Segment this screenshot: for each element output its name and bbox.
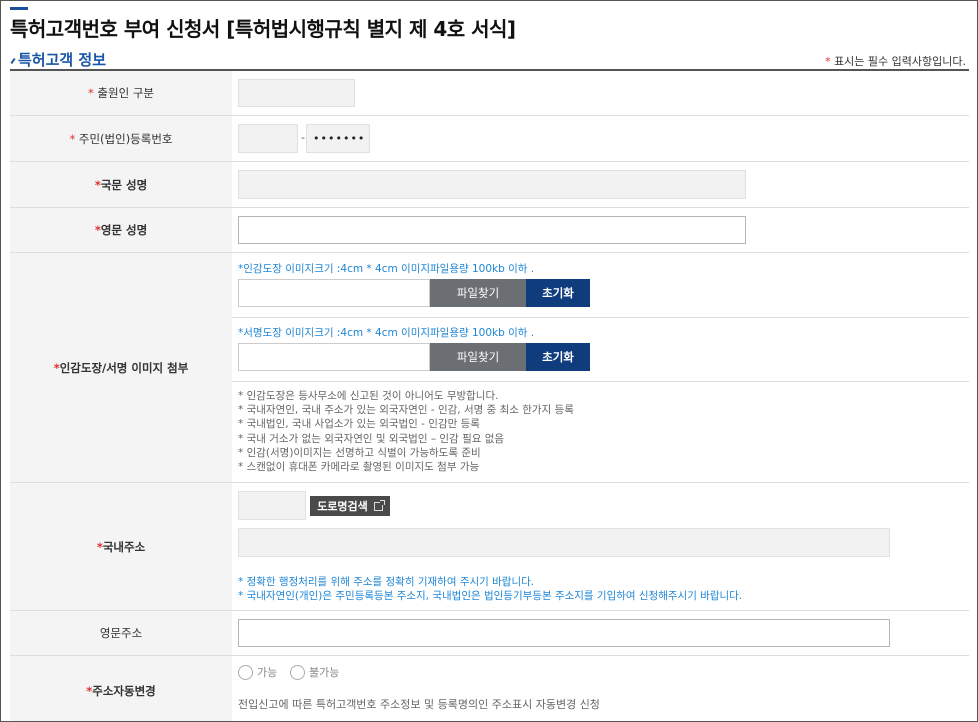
postal-code-input[interactable]	[238, 491, 306, 520]
row-reg-number: * 주민(법인)등록번호 - •••••••	[10, 116, 969, 162]
value-reg-number: - •••••••	[232, 116, 969, 161]
row-domestic-address: * 국내주소 도로명검색 * 정확한 행정처리를 위해 주소를 정확히 기재하여 …	[10, 483, 969, 611]
row-seal-signature: * 인감도장/서명 이미지 첨부 *인감도장 이미지크기 :4cm * 4cm 이…	[10, 253, 969, 483]
signature-find-file-button[interactable]: 파일찾기	[430, 343, 526, 371]
label-seal-signature: * 인감도장/서명 이미지 첨부	[10, 253, 232, 482]
seal-reset-button[interactable]: 초기화	[526, 279, 590, 307]
row-english-address: 영문주소	[10, 611, 969, 656]
auto-change-description: 전입신고에 따른 특허고객번호 주소정보 및 등록명의인 주소표시 자동변경 신…	[238, 698, 600, 711]
english-address-input[interactable]	[238, 619, 890, 647]
radio-option-no[interactable]: 불가능	[290, 664, 339, 680]
seal-size-hint: *인감도장 이미지크기 :4cm * 4cm 이미지파일용량 100kb 이하 …	[238, 263, 535, 275]
radio-no[interactable]	[290, 664, 305, 680]
radio-yes[interactable]	[238, 664, 253, 680]
seal-note: * 국내자연인, 국내 주소가 있는 외국자연인 - 인감, 서명 중 최소 한…	[238, 404, 574, 417]
required-star-icon: *	[825, 55, 835, 68]
applicant-type-select[interactable]	[238, 79, 355, 107]
value-domestic-address: 도로명검색 * 정확한 행정처리를 위해 주소를 정확히 기재하여 주시기 바랍…	[232, 483, 969, 610]
label-auto-address-change: * 주소자동변경	[10, 656, 232, 721]
value-auto-address-change: 가능 불가능 전입신고에 따른 특허고객번호 주소정보 및 등록명의인 주소표시…	[232, 656, 969, 721]
road-address-search-button[interactable]: 도로명검색	[310, 496, 390, 516]
row-english-name: * 영문 성명	[10, 208, 969, 253]
required-star-icon: *	[88, 86, 98, 100]
seal-note: * 국내법인, 국내 사업소가 있는 외국법인 - 인감만 등록	[238, 418, 480, 431]
value-english-name	[232, 208, 969, 252]
title-accent-bar	[10, 7, 28, 10]
seal-sub-divider	[232, 317, 969, 318]
page-title: 특허고객번호 부여 신청서 [특허법시행규칙 별지 제 4호 서식]	[10, 17, 516, 41]
label-english-name: * 영문 성명	[10, 208, 232, 252]
address-hint: * 정확한 행정처리를 위해 주소를 정확히 기재하여 주시기 바랍니다.	[238, 576, 535, 588]
label-domestic-address: * 국내주소	[10, 483, 232, 610]
seal-file-input[interactable]	[238, 279, 430, 307]
value-english-address	[232, 611, 969, 655]
seal-notes: * 인감도장은 등사무소에 신고된 것이 아니어도 무방합니다. * 국내자연인…	[238, 389, 574, 474]
section-title: 특허고객 정보	[10, 49, 106, 70]
reg-number-separator: -	[301, 131, 305, 144]
signature-file-input[interactable]	[238, 343, 430, 371]
domestic-address-input[interactable]	[238, 528, 890, 557]
value-seal-signature: *인감도장 이미지크기 :4cm * 4cm 이미지파일용량 100kb 이하 …	[232, 253, 969, 482]
required-note: * 표시는 필수 입력사항입니다.	[825, 53, 966, 69]
seal-note: * 국내 거소가 없는 외국자연인 및 외국법인 – 인감 필요 없음	[238, 432, 505, 445]
seal-find-file-button[interactable]: 파일찾기	[430, 279, 526, 307]
required-star-icon: *	[69, 131, 79, 146]
required-note-text: 표시는 필수 입력사항입니다.	[834, 55, 966, 68]
row-korean-name: * 국문 성명	[10, 162, 969, 208]
signature-size-hint: *서명도장 이미지크기 :4cm * 4cm 이미지파일용량 100kb 이하 …	[238, 327, 535, 339]
value-korean-name	[232, 162, 969, 207]
reg-number-front-input[interactable]	[238, 124, 298, 153]
label-applicant-type: * 출원인 구분	[10, 71, 232, 115]
seal-note: * 스캔없이 휴대폰 카메라로 촬영된 이미지도 첨부 가능	[238, 461, 480, 474]
seal-note: * 인감(서명)이미지는 선명하고 식별이 가능하도록 준비	[238, 446, 481, 459]
radio-option-yes[interactable]: 가능	[238, 664, 277, 680]
label-korean-name: * 국문 성명	[10, 162, 232, 207]
signature-sub-divider	[232, 381, 969, 382]
label-english-address: 영문주소	[10, 611, 232, 655]
section-header: 특허고객 정보 * 표시는 필수 입력사항입니다.	[10, 49, 968, 69]
address-hint: * 국내자연인(개인)은 주민등록등본 주소지, 국내법인은 법인등기부등본 주…	[238, 590, 743, 602]
reg-number-back-input[interactable]: •••••••	[306, 124, 370, 153]
signature-reset-button[interactable]: 초기화	[526, 343, 590, 371]
section-title-text: 특허고객 정보	[18, 51, 107, 69]
korean-name-input[interactable]	[238, 170, 746, 199]
external-link-icon	[373, 499, 385, 511]
slash-icon	[10, 57, 16, 64]
value-applicant-type	[232, 71, 969, 115]
row-applicant-type: * 출원인 구분	[10, 71, 969, 116]
page-frame: 특허고객번호 부여 신청서 [특허법시행규칙 별지 제 4호 서식] 특허고객 …	[0, 0, 978, 722]
seal-note: * 인감도장은 등사무소에 신고된 것이 아니어도 무방합니다.	[238, 390, 499, 402]
row-auto-address-change: * 주소자동변경 가능 불가능 전입신고에 따른 특허고객번호 주소정보 및 등록…	[10, 656, 969, 721]
english-name-input[interactable]	[238, 216, 746, 244]
label-reg-number: * 주민(법인)등록번호	[10, 116, 232, 161]
